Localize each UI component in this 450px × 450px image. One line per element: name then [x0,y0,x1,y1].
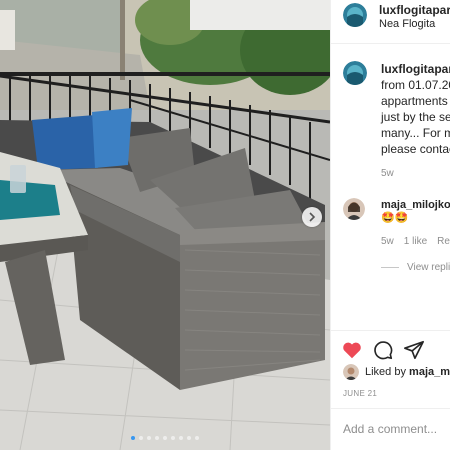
caption-text: from 01.07.2021 Lux Flogita appartments … [381,77,450,157]
comment-icon [374,341,393,360]
caption-body: from 01.07.2021 Lux Flogita appartments … [381,78,450,156]
comment-username[interactable]: maja_milojkovic [381,199,450,211]
liked-by-prefix: Liked by [365,366,406,378]
reply-button[interactable]: Reply [437,236,450,247]
carousel-dot [179,436,183,440]
add-comment-input[interactable] [343,419,450,439]
divider [381,267,399,268]
avatar[interactable] [343,198,365,220]
comment-meta: 5w 1 like Reply [381,236,450,247]
likes-summary: Liked by maja_milojkovic [331,362,450,384]
avatar[interactable] [343,61,367,85]
liked-by-user[interactable]: maja_milojkovic [409,366,450,378]
view-replies-label: View replies (1) [407,262,450,273]
carousel-dot [187,436,191,440]
comment-like-count[interactable]: 1 like [404,236,427,247]
post-date[interactable]: JUNE 21 [343,389,377,398]
comment-emoji: 🤩🤩 [381,212,409,224]
avatar[interactable] [343,364,359,380]
carousel-next-button[interactable] [302,207,322,227]
post-photo[interactable] [0,0,330,450]
share-icon [404,340,424,360]
carousel-dot [147,436,151,440]
carousel-dot [131,436,135,440]
carousel-dot [171,436,175,440]
carousel-dot [195,436,199,440]
caption-username[interactable]: luxflogitapartments [381,62,450,76]
share-button[interactable] [403,339,425,361]
chevron-right-icon [309,212,316,222]
carousel-dot [155,436,159,440]
liked-by-text: Liked by maja_milojkovic [365,366,450,378]
comment-text: 🤩🤩 [381,211,408,224]
heart-icon [343,342,361,359]
post-location[interactable]: Nea Flogita [379,18,435,30]
post-header: luxflogitapartments Nea Flogita [331,0,450,44]
comment-button[interactable] [372,339,394,361]
comment-timestamp[interactable]: 5w [381,236,394,247]
caption-timestamp[interactable]: 5w [381,168,394,179]
post-username[interactable]: luxflogitapartments [379,3,450,17]
view-replies-button[interactable]: View replies (1) [381,262,450,273]
avatar[interactable] [343,3,367,27]
like-button[interactable] [341,339,363,361]
carousel-dot [163,436,167,440]
balcony-sofa-photo [0,0,330,450]
post-side-panel: luxflogitapartments Nea Flogita luxflogi… [330,0,450,450]
carousel-indicator [0,436,330,440]
add-comment-bar [331,408,450,450]
carousel-dot [139,436,143,440]
